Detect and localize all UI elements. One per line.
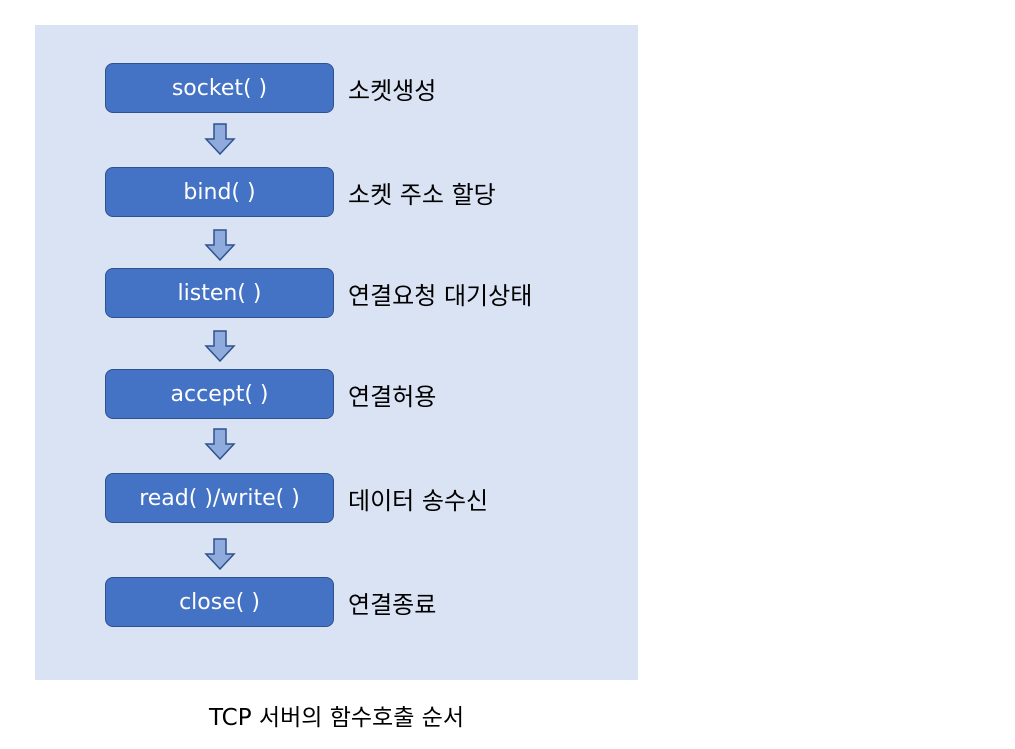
down-arrow-icon xyxy=(204,428,236,460)
step-listen-box: listen( ) xyxy=(105,268,334,318)
step-accept-label: 연결허용 xyxy=(348,382,437,411)
step-bind-label: 소켓 주소 할당 xyxy=(348,180,496,209)
down-arrow-icon xyxy=(204,330,236,362)
down-arrow-icon xyxy=(204,123,236,155)
step-accept-box: accept( ) xyxy=(105,369,334,419)
step-socket-box: socket( ) xyxy=(105,63,334,113)
down-arrow-icon xyxy=(204,538,236,570)
step-listen-label: 연결요청 대기상태 xyxy=(348,281,533,310)
down-arrow-icon xyxy=(204,229,236,261)
step-readwrite-box: read( )/write( ) xyxy=(105,473,334,523)
diagram-caption: TCP 서버의 함수호출 순서 xyxy=(208,705,464,731)
step-close-label: 연결종료 xyxy=(348,590,437,619)
step-socket-label: 소켓생성 xyxy=(348,76,437,105)
step-close-box: close( ) xyxy=(105,577,334,627)
step-readwrite-label: 데이터 송수신 xyxy=(348,486,489,515)
step-bind-box: bind( ) xyxy=(105,167,334,217)
